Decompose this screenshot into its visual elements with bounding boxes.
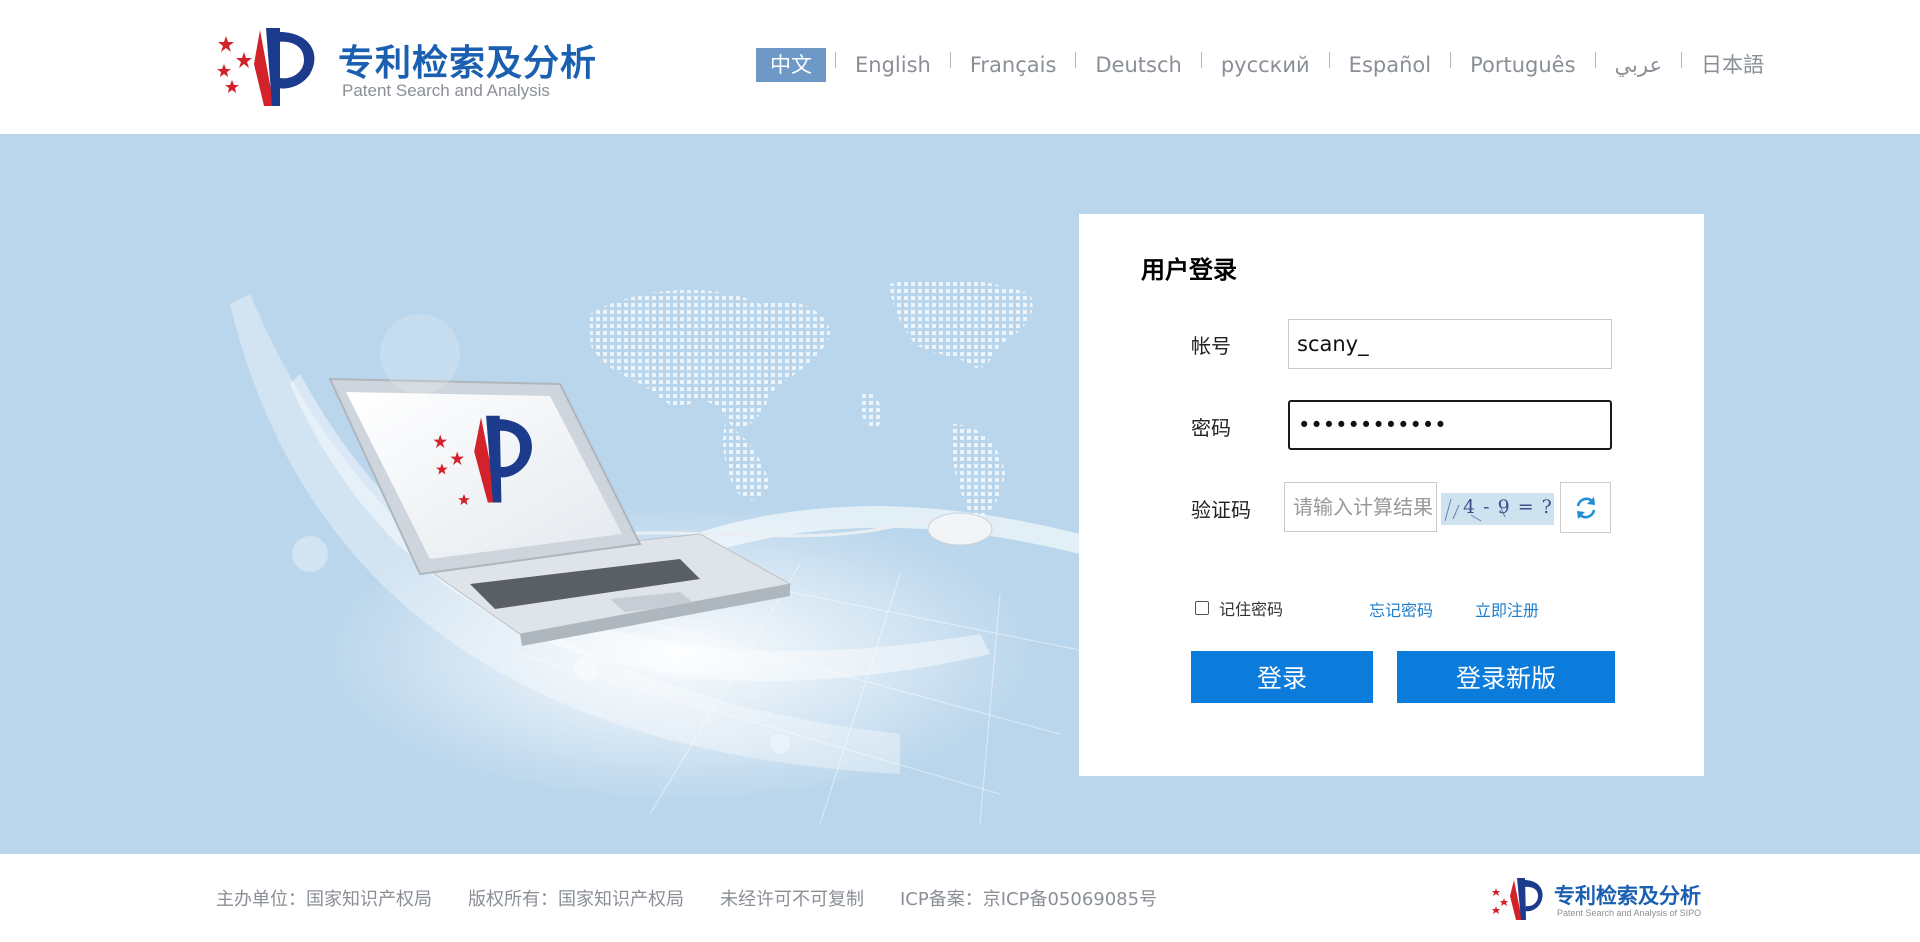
site-logo[interactable]: 专利检索及分析 Patent Search and Analysis: [214, 24, 614, 108]
footer-logo-emblem-icon: [1492, 878, 1543, 920]
lang-german[interactable]: Deutsch: [1085, 48, 1191, 82]
site-footer: 主办单位：国家知识产权局 版权所有：国家知识产权局 未经许可不可复制 ICP备案…: [0, 854, 1920, 942]
footer-logo: 专利检索及分析 Patent Search and Analysis of SI…: [1488, 874, 1708, 924]
lang-english[interactable]: English: [845, 48, 941, 82]
remember-password-checkbox[interactable]: [1195, 601, 1209, 615]
forgot-password-link[interactable]: 忘记密码: [1369, 597, 1433, 621]
lang-portuguese[interactable]: Português: [1460, 48, 1585, 82]
account-label: 帐号: [1191, 334, 1231, 358]
lang-russian[interactable]: русский: [1211, 48, 1320, 82]
lang-separator: [1075, 52, 1077, 68]
register-link[interactable]: 立即注册: [1475, 597, 1539, 621]
lang-separator: [949, 52, 951, 68]
logo-subtitle: Patent Search and Analysis: [342, 81, 550, 100]
password-label: 密码: [1191, 416, 1231, 440]
captcha-text: 4 - 9 = ?: [1463, 496, 1553, 518]
lang-separator: [1200, 52, 1202, 68]
lang-arabic[interactable]: عربي: [1605, 48, 1672, 82]
footer-no-copy: 未经许可不可复制: [720, 889, 864, 910]
captcha-refresh-button[interactable]: [1560, 482, 1611, 533]
footer-logo-subtitle: Patent Search and Analysis of SIPO: [1557, 908, 1702, 918]
footer-info: 主办单位：国家知识产权局 版权所有：国家知识产权局 未经许可不可复制 ICP备案…: [216, 854, 1193, 942]
refresh-icon: [1576, 496, 1595, 519]
lang-separator: [1450, 52, 1452, 68]
logo-emblem-icon: [217, 28, 315, 106]
captcha-image[interactable]: 4 - 9 = ?: [1441, 493, 1554, 525]
lang-separator: [1681, 52, 1682, 68]
remember-password-label: 记住密码: [1219, 600, 1284, 619]
lang-japanese[interactable]: 日本語: [1691, 48, 1774, 82]
lang-separator: [835, 52, 836, 68]
lang-spanish[interactable]: Español: [1339, 48, 1441, 82]
login-button[interactable]: 登录: [1191, 651, 1373, 703]
remember-password-row[interactable]: 记住密码: [1195, 596, 1283, 620]
footer-icp[interactable]: ICP备案：京ICP备05069085号: [900, 885, 1157, 911]
password-input[interactable]: [1288, 400, 1612, 450]
site-header: 专利检索及分析 Patent Search and Analysis 中文 En…: [0, 0, 1920, 134]
footer-logo-title: 专利检索及分析: [1554, 884, 1701, 908]
footer-copyright: 版权所有：国家知识产权局: [468, 889, 684, 910]
login-panel: 用户登录 帐号 密码 验证码 4 - 9 = ? 记住密码 忘记密码 立即注册 …: [1079, 214, 1704, 776]
captcha-label: 验证码: [1191, 498, 1251, 522]
captcha-input[interactable]: [1284, 482, 1437, 532]
logo-title: 专利检索及分析: [338, 43, 598, 84]
footer-sponsor: 主办单位：国家知识产权局: [216, 889, 432, 910]
account-input[interactable]: [1288, 319, 1612, 369]
login-title: 用户登录: [1141, 256, 1237, 284]
language-switcher: 中文 English Français Deutsch русский Espa…: [756, 48, 1774, 82]
lang-separator: [1594, 52, 1596, 68]
login-new-version-button[interactable]: 登录新版: [1397, 651, 1615, 703]
lang-separator: [1328, 52, 1330, 68]
lang-chinese[interactable]: 中文: [756, 48, 826, 82]
lang-french[interactable]: Français: [960, 48, 1067, 82]
